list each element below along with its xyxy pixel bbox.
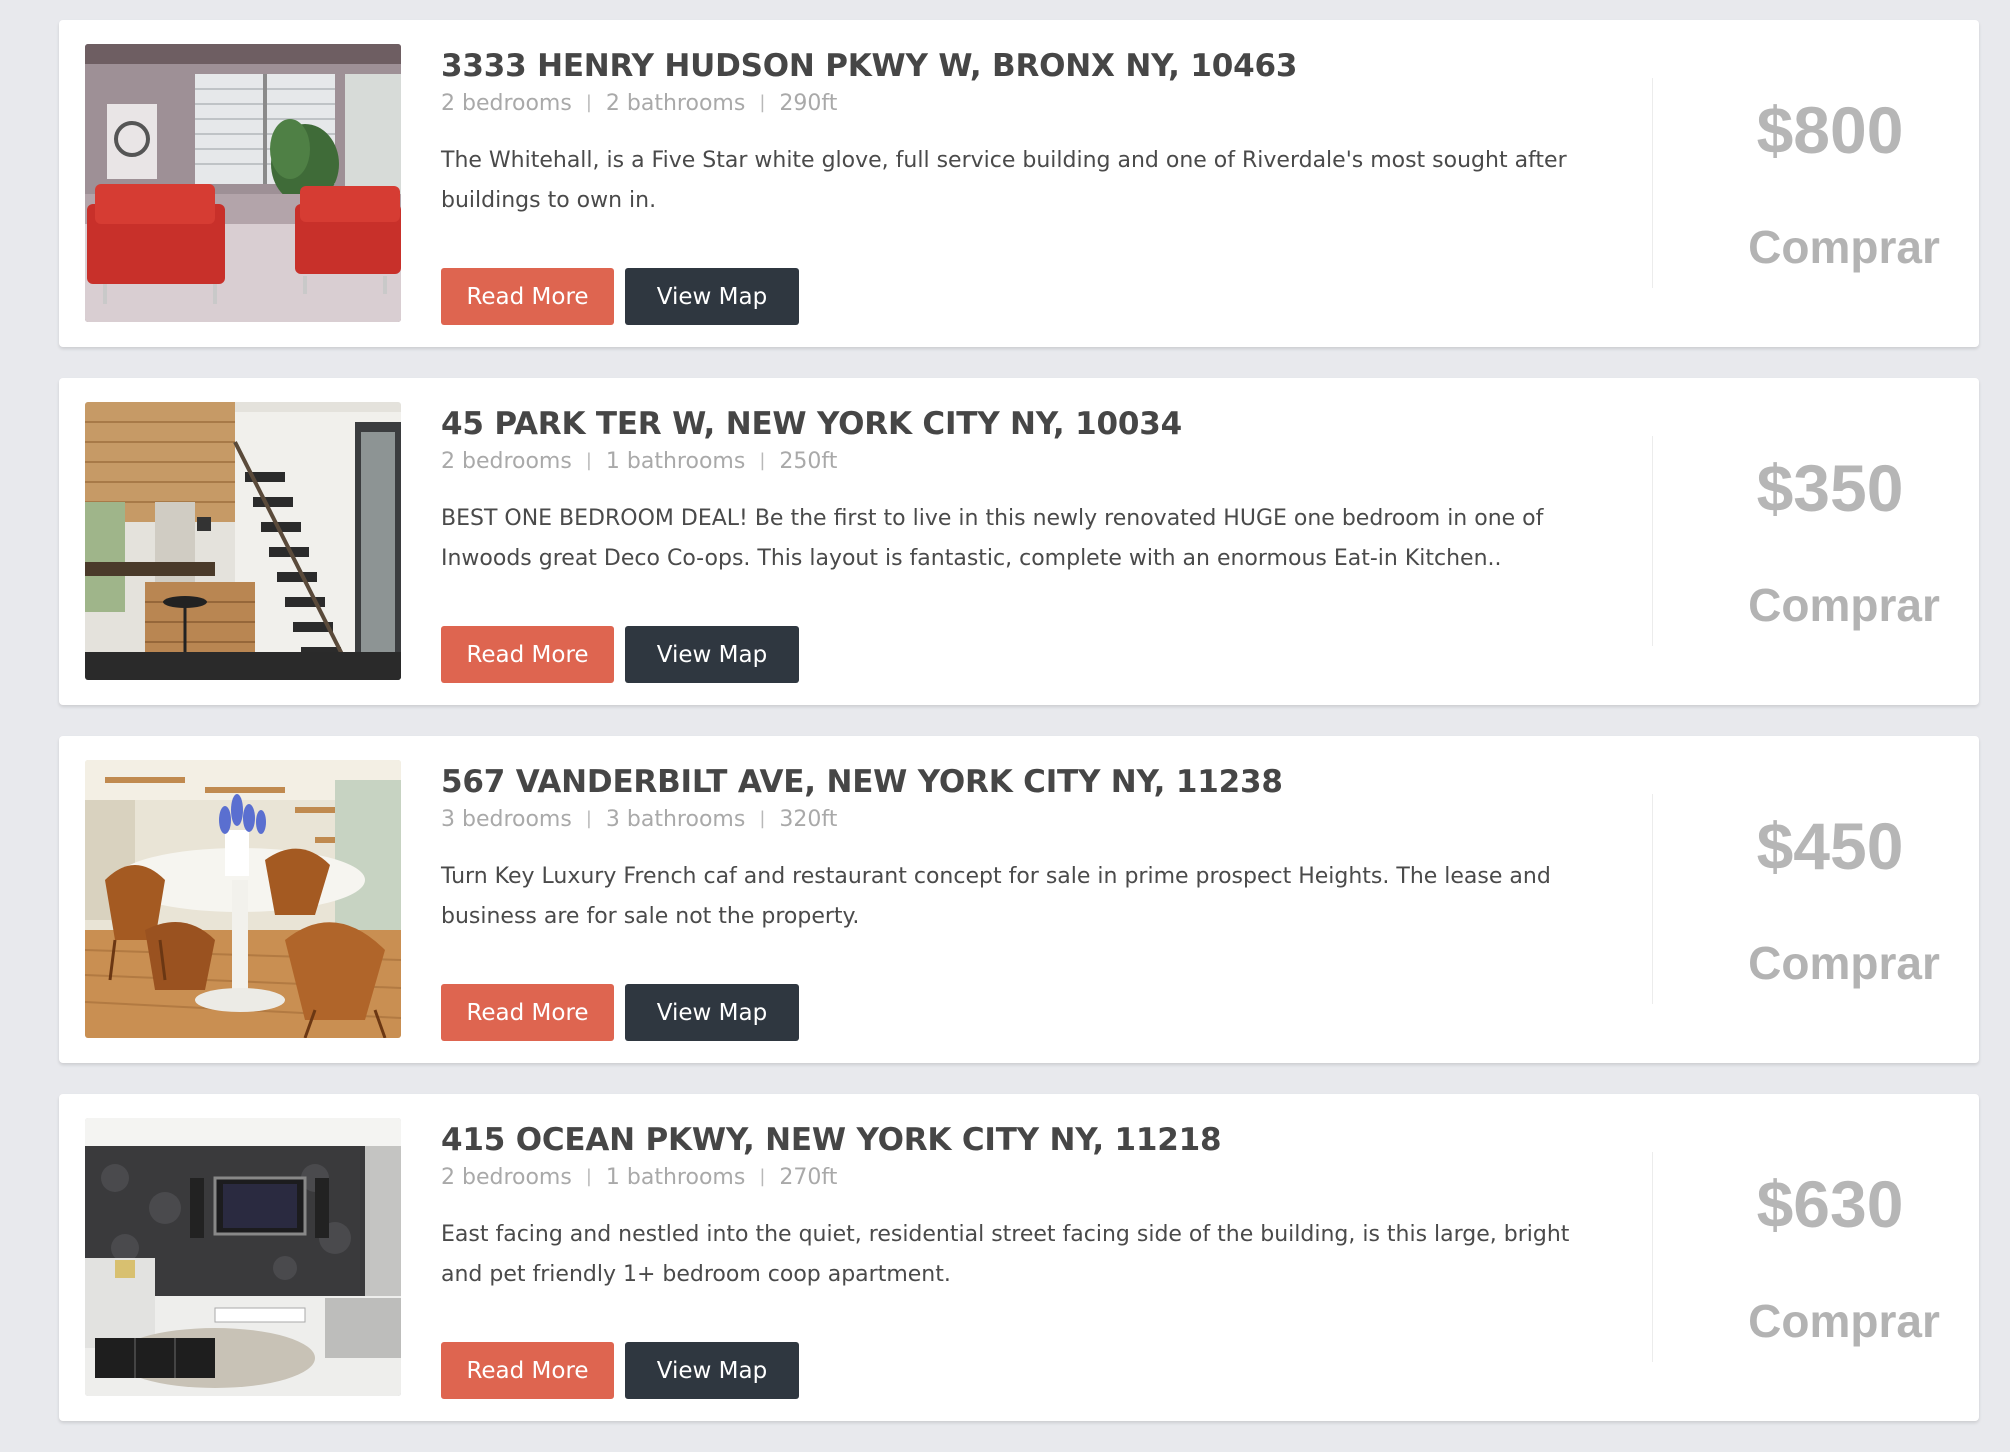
listing-address[interactable]: 45 PARK TER W, NEW YORK CITY NY, 10034 — [441, 402, 1601, 446]
meta-separator: | — [759, 450, 766, 471]
listing-actions: Read More View Map — [441, 268, 799, 325]
listing-description: East facing and nestled into the quiet, … — [441, 1222, 1570, 1287]
listing-description: Turn Key Luxury French caf and restauran… — [441, 864, 1551, 929]
area-size: 320ft — [779, 807, 838, 832]
bedrooms-count: 2 bedrooms — [441, 1165, 572, 1190]
listing-card: 45 PARK TER W, NEW YORK CITY NY, 10034 2… — [59, 378, 1979, 705]
view-map-button[interactable]: View Map — [625, 1342, 799, 1399]
tv-room-photo — [85, 1118, 401, 1396]
listing-meta: 2 bedrooms | 1 bathrooms | 270ft — [441, 1162, 1601, 1193]
read-more-button[interactable]: Read More — [441, 1342, 614, 1399]
listing-address[interactable]: 415 OCEAN PKWY, NEW YORK CITY NY, 11218 — [441, 1118, 1601, 1162]
read-more-button[interactable]: Read More — [441, 268, 614, 325]
meta-separator: | — [759, 808, 766, 829]
vertical-divider — [1652, 794, 1653, 1004]
meta-separator: | — [759, 1166, 766, 1187]
listing-photo[interactable] — [85, 760, 401, 1038]
listing-card: 3333 HENRY HUDSON PKWY W, BRONX NY, 1046… — [59, 20, 1979, 347]
vertical-divider — [1652, 78, 1653, 288]
vertical-divider — [1652, 436, 1653, 646]
area-size: 250ft — [779, 449, 838, 474]
listing-photo[interactable] — [85, 44, 401, 322]
listing-price: $630 — [1756, 1167, 1904, 1241]
bathrooms-count: 1 bathrooms — [605, 449, 746, 474]
listings-list: 3333 HENRY HUDSON PKWY W, BRONX NY, 1046… — [59, 20, 1979, 1452]
buy-link[interactable]: Comprar — [1699, 218, 1989, 276]
listing-card: 567 VANDERBILT AVE, NEW YORK CITY NY, 11… — [59, 736, 1979, 1063]
listing-info: 567 VANDERBILT AVE, NEW YORK CITY NY, 11… — [441, 760, 1601, 1041]
listing-description: BEST ONE BEDROOM DEAL! Be the first to l… — [441, 506, 1544, 571]
meta-separator: | — [585, 1166, 592, 1187]
bathrooms-count: 1 bathrooms — [605, 1165, 746, 1190]
listing-actions: Read More View Map — [441, 1342, 799, 1399]
listing-info: 3333 HENRY HUDSON PKWY W, BRONX NY, 1046… — [441, 44, 1601, 325]
listing-meta: 2 bedrooms | 2 bathrooms | 290ft — [441, 88, 1601, 119]
buy-link[interactable]: Comprar — [1699, 1292, 1989, 1350]
listing-price: $450 — [1756, 809, 1904, 883]
read-more-button[interactable]: Read More — [441, 626, 614, 683]
listing-actions: Read More View Map — [441, 984, 799, 1041]
view-map-button[interactable]: View Map — [625, 268, 799, 325]
listing-info: 415 OCEAN PKWY, NEW YORK CITY NY, 11218 … — [441, 1118, 1601, 1399]
meta-separator: | — [585, 450, 592, 471]
listing-price: $350 — [1756, 451, 1904, 525]
listing-card: 415 OCEAN PKWY, NEW YORK CITY NY, 11218 … — [59, 1094, 1979, 1421]
area-size: 270ft — [779, 1165, 838, 1190]
dining-room-photo — [85, 760, 401, 1038]
listing-price: $800 — [1756, 93, 1904, 167]
bathrooms-count: 2 bathrooms — [605, 91, 746, 116]
bathrooms-count: 3 bathrooms — [605, 807, 746, 832]
listing-info: 45 PARK TER W, NEW YORK CITY NY, 10034 2… — [441, 402, 1601, 683]
vertical-divider — [1652, 1152, 1653, 1362]
read-more-button[interactable]: Read More — [441, 984, 614, 1041]
meta-separator: | — [585, 808, 592, 829]
area-size: 290ft — [779, 91, 838, 116]
bedrooms-count: 2 bedrooms — [441, 449, 572, 474]
listing-description: The Whitehall, is a Five Star white glov… — [441, 148, 1567, 213]
bedrooms-count: 2 bedrooms — [441, 91, 572, 116]
listing-photo[interactable] — [85, 402, 401, 680]
meta-separator: | — [759, 92, 766, 113]
listing-address[interactable]: 567 VANDERBILT AVE, NEW YORK CITY NY, 11… — [441, 760, 1601, 804]
listing-meta: 3 bedrooms | 3 bathrooms | 320ft — [441, 804, 1601, 835]
listing-actions: Read More View Map — [441, 626, 799, 683]
listing-photo[interactable] — [85, 1118, 401, 1396]
view-map-button[interactable]: View Map — [625, 984, 799, 1041]
view-map-button[interactable]: View Map — [625, 626, 799, 683]
bedrooms-count: 3 bedrooms — [441, 807, 572, 832]
buy-link[interactable]: Comprar — [1699, 934, 1989, 992]
buy-link[interactable]: Comprar — [1699, 576, 1989, 634]
living-room-photo — [85, 44, 401, 322]
meta-separator: | — [585, 92, 592, 113]
kitchen-photo — [85, 402, 401, 680]
listing-address[interactable]: 3333 HENRY HUDSON PKWY W, BRONX NY, 1046… — [441, 44, 1601, 88]
listing-meta: 2 bedrooms | 1 bathrooms | 250ft — [441, 446, 1601, 477]
